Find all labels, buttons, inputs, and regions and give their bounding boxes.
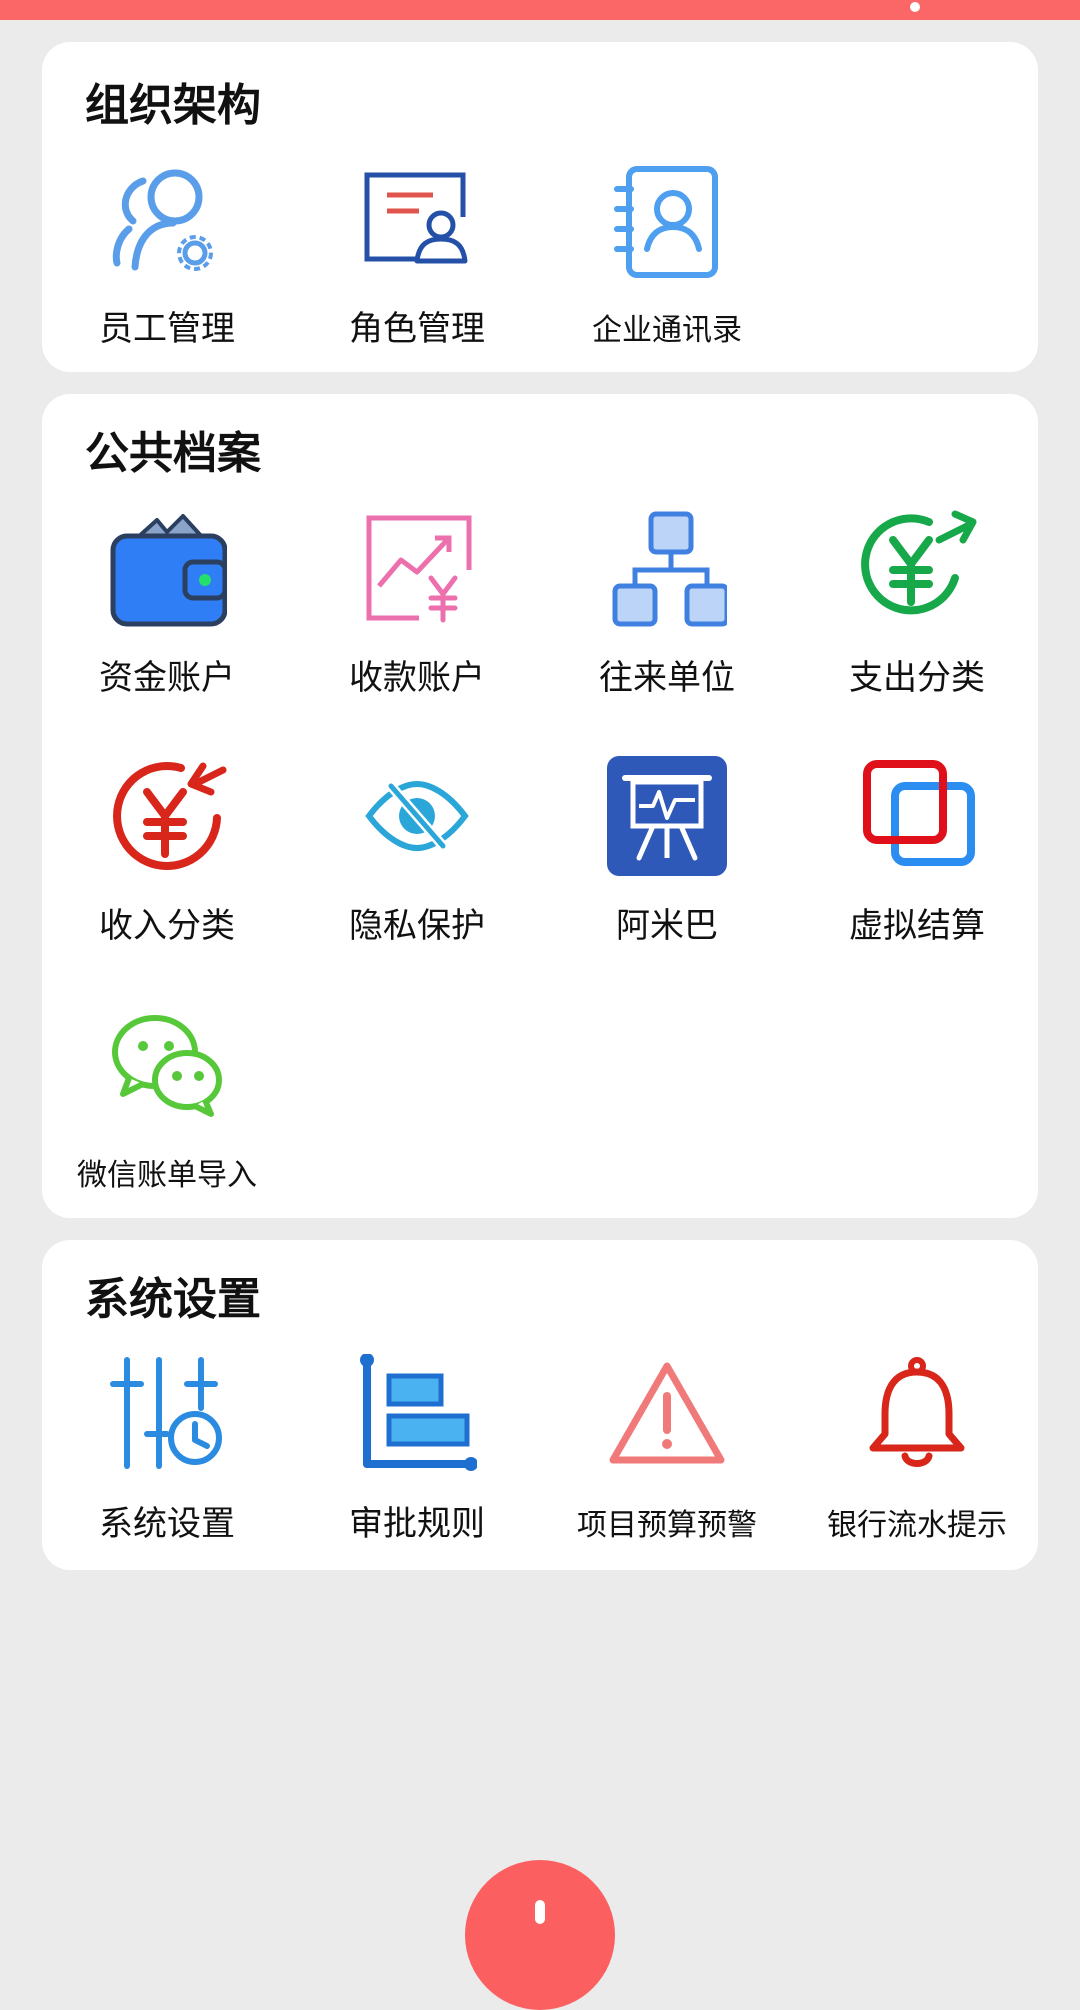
menu-item-expense-category[interactable]: 支出分类 — [792, 508, 1042, 708]
bell-icon — [857, 1354, 977, 1474]
menu-item-approval-rules[interactable]: 审批规则 — [292, 1354, 542, 1554]
presentation-board-icon — [607, 756, 727, 876]
sliders-clock-icon — [107, 1354, 227, 1474]
menu-item-label: 项目预算预警 — [577, 1508, 757, 1543]
warning-triangle-icon — [607, 1354, 727, 1474]
menu-item-label: 虚拟结算 — [849, 906, 985, 946]
section-public-archives: 公共档案 资金账户 收款账户 往来单位 支出分类 收入分类 隐私保护 阿米巴 虚… — [42, 394, 1038, 1218]
menu-item-trading-partners[interactable]: 往来单位 — [542, 508, 792, 708]
menu-item-label: 往来单位 — [599, 658, 735, 698]
center-action-button[interactable] — [465, 1860, 615, 2010]
overlap-squares-icon — [857, 756, 977, 876]
menu-item-system-settings[interactable]: 系统设置 — [42, 1354, 292, 1554]
menu-item-label: 微信账单导入 — [77, 1158, 257, 1193]
menu-item-amoeba[interactable]: 阿米巴 — [542, 756, 792, 956]
menu-item-enterprise-contacts[interactable]: 企业通讯录 — [542, 159, 792, 359]
status-bar — [0, 0, 1080, 20]
approval-rules-icon — [357, 1354, 477, 1474]
receipt-chart-yen-icon — [357, 508, 477, 628]
menu-item-virtual-settlement[interactable]: 虚拟结算 — [792, 756, 1042, 956]
menu-item-fund-account[interactable]: 资金账户 — [42, 508, 292, 708]
menu-item-bank-statement-notice[interactable]: 银行流水提示 — [792, 1354, 1042, 1554]
menu-item-label: 资金账户 — [99, 658, 235, 698]
contact-book-icon — [607, 159, 727, 279]
menu-item-income-category[interactable]: 收入分类 — [42, 756, 292, 956]
role-card-icon — [357, 159, 477, 279]
eye-slash-icon — [357, 756, 477, 876]
menu-item-label: 收入分类 — [99, 906, 235, 946]
section-title-public-archives: 公共档案 — [85, 428, 261, 479]
menu-item-label: 企业通讯录 — [592, 313, 742, 348]
menu-item-label: 系统设置 — [99, 1504, 235, 1544]
menu-item-wechat-bill-import[interactable]: 微信账单导入 — [42, 1004, 292, 1204]
menu-item-privacy-protection[interactable]: 隐私保护 — [292, 756, 542, 956]
yen-in-icon — [107, 756, 227, 876]
menu-item-receiving-account[interactable]: 收款账户 — [292, 508, 542, 708]
menu-item-label: 审批规则 — [349, 1504, 485, 1544]
section-title-system-settings: 系统设置 — [85, 1274, 261, 1325]
menu-item-label: 角色管理 — [349, 309, 485, 349]
menu-item-label: 支出分类 — [849, 658, 985, 698]
action-mark-icon — [535, 1900, 545, 1924]
menu-item-label: 阿米巴 — [616, 906, 718, 946]
menu-item-label: 隐私保护 — [349, 906, 485, 946]
wechat-icon — [107, 1004, 227, 1124]
menu-item-employee-management[interactable]: 员工管理 — [42, 159, 292, 359]
org-chart-icon — [607, 508, 727, 628]
section-title-organization: 组织架构 — [85, 80, 261, 131]
menu-item-label: 银行流水提示 — [827, 1508, 1007, 1543]
menu-item-label: 收款账户 — [349, 658, 485, 698]
section-organization: 组织架构 员工管理 角色管理 企业通讯录 — [42, 42, 1038, 372]
wallet-icon — [107, 508, 227, 628]
menu-item-project-budget-warning[interactable]: 项目预算预警 — [542, 1354, 792, 1554]
user-gear-icon — [107, 159, 227, 279]
section-system-settings: 系统设置 系统设置 审批规则 项目预算预警 银行流水提示 — [42, 1240, 1038, 1570]
menu-item-label: 员工管理 — [99, 309, 235, 349]
status-indicator-icon — [910, 2, 920, 12]
menu-item-role-management[interactable]: 角色管理 — [292, 159, 542, 359]
yen-out-icon — [857, 508, 977, 628]
